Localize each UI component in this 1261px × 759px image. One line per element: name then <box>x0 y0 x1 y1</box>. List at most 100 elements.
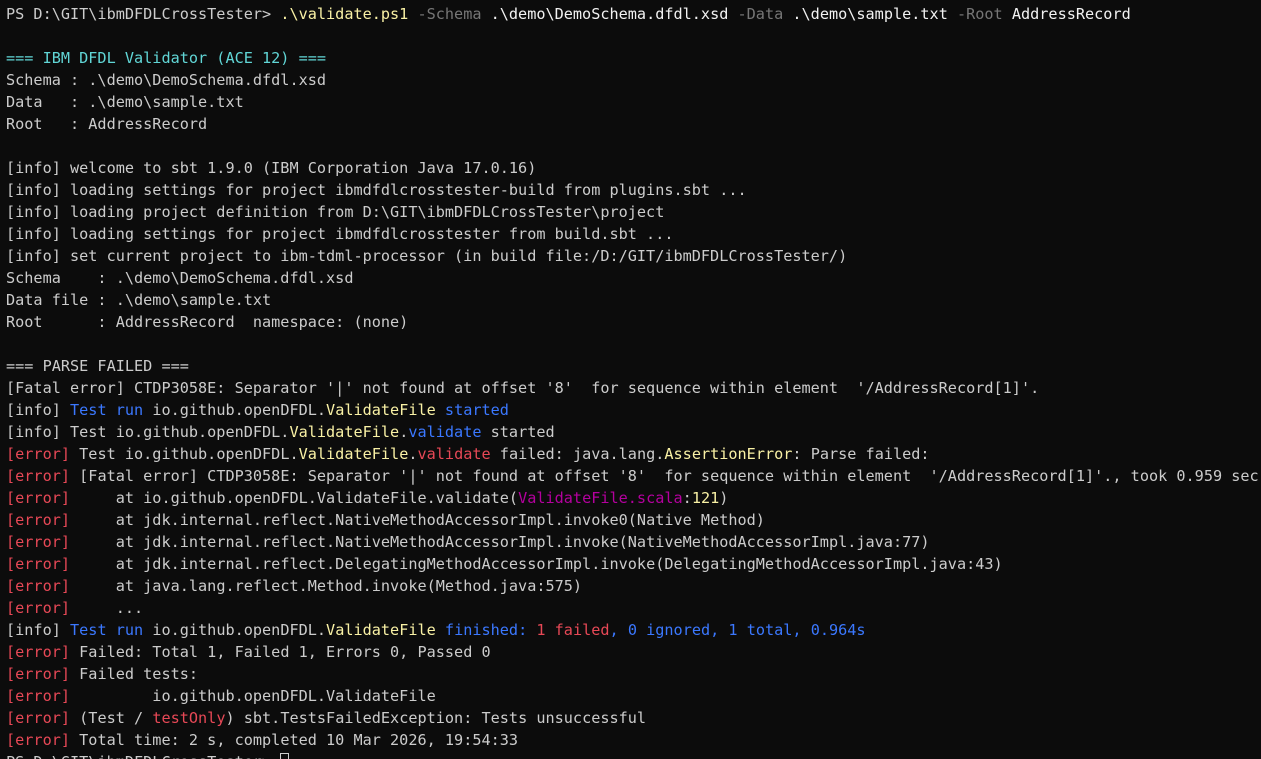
text-segment: -Schema <box>408 5 491 23</box>
terminal-line: === IBM DFDL Validator (ACE 12) === <box>6 47 1259 69</box>
text-segment: .\demo\DemoSchema.dfdl.xsd <box>490 5 729 23</box>
text-segment: [info] loading project definition from D… <box>6 203 665 221</box>
terminal-output: PS D:\GIT\ibmDFDLCrossTester> .\validate… <box>6 3 1259 759</box>
text-segment: . <box>408 445 418 463</box>
terminal-line: Schema : .\demo\DemoSchema.dfdl.xsd <box>6 69 1259 91</box>
terminal-line: [error] at jdk.internal.reflect.NativeMe… <box>6 509 1259 531</box>
text-segment: ValidateFile <box>289 423 400 441</box>
text-segment: [error] <box>6 489 71 507</box>
text-segment: Failed: Total 1, Failed 1, Errors 0, Pas… <box>70 643 491 661</box>
text-segment: failed: java.lang. <box>490 445 665 463</box>
text-segment: [info] Test io.github.openDFDL. <box>6 423 290 441</box>
text-segment: ... <box>70 599 144 617</box>
text-segment: Total time: 2 s, completed 10 Mar 2026, … <box>70 731 519 749</box>
text-segment: at jdk.internal.reflect.NativeMethodAcce… <box>70 511 765 529</box>
text-segment: ValidateFile <box>298 445 409 463</box>
text-segment: finished: <box>435 621 537 639</box>
text-segment: Test run <box>70 401 153 419</box>
text-segment: testOnly <box>152 709 226 727</box>
text-segment: validate <box>417 445 491 463</box>
text-segment: ValidateFile <box>326 401 436 419</box>
terminal-line: [info] Test run io.github.openDFDL.Valid… <box>6 399 1259 421</box>
terminal-line: [error] at io.github.openDFDL.ValidateFi… <box>6 487 1259 509</box>
terminal-line: [error] at jdk.internal.reflect.Delegati… <box>6 553 1259 575</box>
text-segment: Root : AddressRecord namespace: (none) <box>6 313 409 331</box>
text-segment: 0 ignored <box>627 621 711 639</box>
text-segment: Schema : .\demo\DemoSchema.dfdl.xsd <box>6 71 327 89</box>
terminal-line: [error] Failed: Total 1, Failed 1, Error… <box>6 641 1259 663</box>
terminal-line: Data : .\demo\sample.txt <box>6 91 1259 113</box>
terminal-line: [info] loading settings for project ibmd… <box>6 223 1259 245</box>
text-segment: ) <box>719 489 729 507</box>
text-segment: PS D:\GIT\ibmDFDLCrossTester> <box>6 753 280 759</box>
terminal-line: [error] Total time: 2 s, completed 10 Ma… <box>6 729 1259 751</box>
text-segment: [error] <box>6 467 71 485</box>
text-segment: 121 <box>691 489 720 507</box>
text-segment: [error] <box>6 577 71 595</box>
text-segment: io.github.openDFDL. <box>152 621 327 639</box>
text-segment: Failed tests: <box>70 665 199 683</box>
text-segment: . <box>399 423 409 441</box>
terminal-window[interactable]: PS D:\GIT\ibmDFDLCrossTester> .\validate… <box>0 0 1261 759</box>
text-segment: [info] set current project to ibm-tdml-p… <box>6 247 848 265</box>
text-segment: ValidateFile.scala <box>518 489 683 507</box>
text-segment: .\demo\sample.txt <box>792 5 948 23</box>
text-segment: [error] <box>6 665 71 683</box>
text-segment: Root : AddressRecord <box>6 115 208 133</box>
text-segment: AddressRecord <box>1011 5 1131 23</box>
text-segment: [error] <box>6 533 71 551</box>
text-segment: [info] loading settings for project ibmd… <box>6 225 674 243</box>
text-segment: ) sbt.TestsFailedException: Tests unsucc… <box>225 709 647 727</box>
text-segment: at io.github.openDFDL.ValidateFile.valid… <box>70 489 519 507</box>
terminal-line: Schema : .\demo\DemoSchema.dfdl.xsd <box>6 267 1259 289</box>
text-segment: Test io.github.openDFDL. <box>70 445 299 463</box>
text-segment: : <box>682 489 692 507</box>
terminal-line: Data file : .\demo\sample.txt <box>6 289 1259 311</box>
text-segment: [error] <box>6 643 71 661</box>
text-segment: [error] <box>6 687 71 705</box>
text-segment: .\validate.ps1 <box>280 5 409 23</box>
terminal-line: [error] (Test / testOnly) sbt.TestsFaile… <box>6 707 1259 729</box>
text-segment: [error] <box>6 731 71 749</box>
text-segment: [info] <box>6 621 71 639</box>
text-segment: started <box>481 423 555 441</box>
text-segment: [Fatal error] CTDP3058E: Separator '|' n… <box>6 379 1040 397</box>
text-segment: io.github.openDFDL.ValidateFile <box>70 687 436 705</box>
terminal-line: Root : AddressRecord namespace: (none) <box>6 311 1259 333</box>
terminal-line: [info] welcome to sbt 1.9.0 (IBM Corpora… <box>6 157 1259 179</box>
text-segment: (Test / <box>70 709 153 727</box>
text-segment: at jdk.internal.reflect.NativeMethodAcce… <box>70 533 930 551</box>
text-segment: at java.lang.reflect.Method.invoke(Metho… <box>70 577 583 595</box>
text-segment: io.github.openDFDL. <box>152 401 327 419</box>
terminal-line: [error] Failed tests: <box>6 663 1259 685</box>
terminal-line: Root : AddressRecord <box>6 113 1259 135</box>
text-segment: , <box>609 621 628 639</box>
terminal-line: [error] io.github.openDFDL.ValidateFile <box>6 685 1259 707</box>
cursor-icon <box>280 753 290 759</box>
text-segment: === PARSE FAILED === <box>6 357 189 375</box>
terminal-line: [info] set current project to ibm-tdml-p… <box>6 245 1259 267</box>
terminal-line: [error] Test io.github.openDFDL.Validate… <box>6 443 1259 465</box>
terminal-line: [error] at jdk.internal.reflect.NativeMe… <box>6 531 1259 553</box>
text-segment: -Data <box>728 5 793 23</box>
text-segment: : Parse failed: <box>792 445 930 463</box>
text-segment: [error] <box>6 445 71 463</box>
terminal-line: [error] ... <box>6 597 1259 619</box>
terminal-line: [error] [Fatal error] CTDP3058E: Separat… <box>6 465 1259 487</box>
text-segment: at jdk.internal.reflect.DelegatingMethod… <box>70 555 1003 573</box>
text-segment: Data file : .\demo\sample.txt <box>6 291 272 309</box>
terminal-line: === PARSE FAILED === <box>6 355 1259 377</box>
text-segment: validate <box>408 423 482 441</box>
terminal-line: [error] at java.lang.reflect.Method.invo… <box>6 575 1259 597</box>
text-segment: started <box>435 401 509 419</box>
text-segment: [error] <box>6 599 71 617</box>
text-segment: AssertionError <box>664 445 793 463</box>
text-segment: [error] <box>6 555 71 573</box>
text-segment: Schema : .\demo\DemoSchema.dfdl.xsd <box>6 269 354 287</box>
terminal-line: PS D:\GIT\ibmDFDLCrossTester> .\validate… <box>6 3 1259 25</box>
text-segment: [error] <box>6 709 71 727</box>
terminal-line: [info] loading project definition from D… <box>6 201 1259 223</box>
text-segment: [Fatal error] CTDP3058E: Separator '|' n… <box>70 467 1259 485</box>
